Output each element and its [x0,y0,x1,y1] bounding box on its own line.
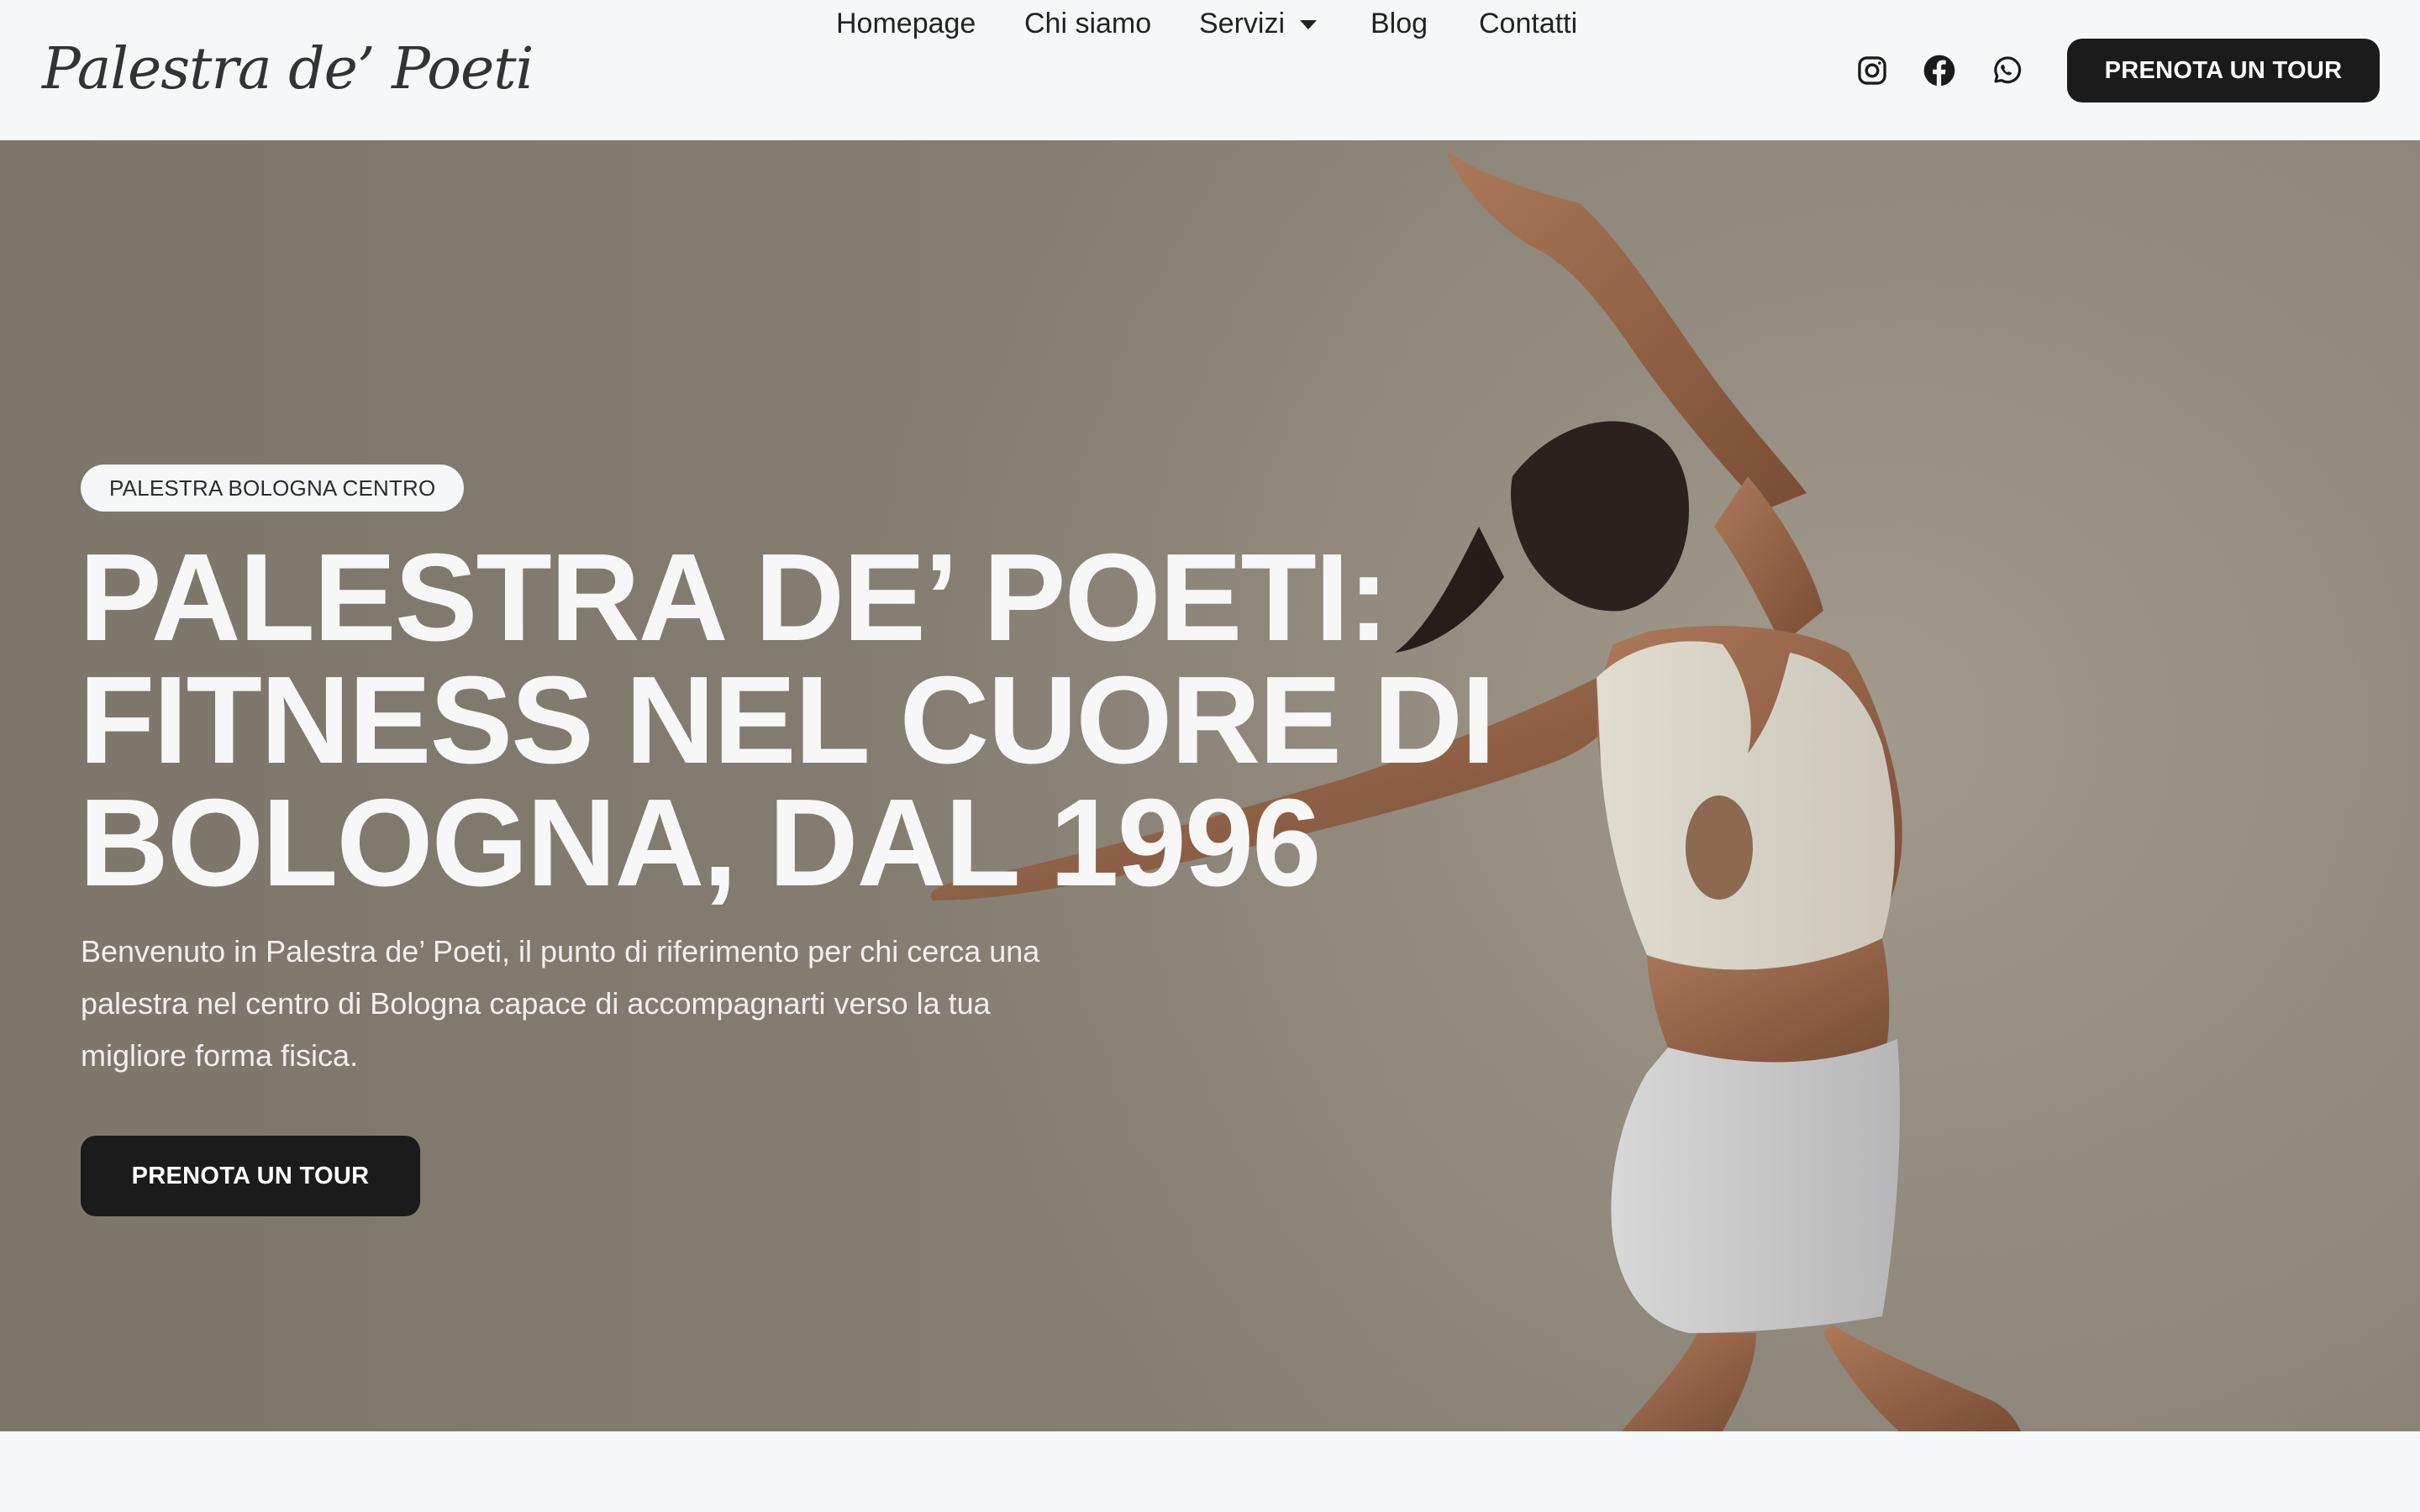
book-tour-button-hero[interactable]: PRENOTA UN TOUR [81,1136,420,1216]
caret-down-icon [1300,20,1318,29]
hero-description-line: migliore forma fisica. [81,1038,359,1073]
nav-item-blog[interactable]: Blog [1370,0,1428,47]
nav-item-label: Servizi [1199,7,1286,39]
hero-title-line: BOLOGNA, DAL 1996 [79,774,1322,912]
hero-title-line: PALESTRA DE’ POETI: [79,528,1389,667]
nav-item-servizi[interactable]: Servizi [1199,0,1318,47]
hero-title: PALESTRA DE’ POETI: FITNESS NEL CUORE DI… [79,528,1507,912]
nav-item-label: Contatti [1479,7,1578,39]
location-badge: PALESTRA BOLOGNA CENTRO [81,465,465,512]
hero-title-line: FITNESS NEL CUORE DI [79,651,1496,790]
nav-item-homepage[interactable]: Homepage [836,0,976,47]
instagram-icon[interactable] [1855,52,1889,89]
page-bottom-strip [0,1431,2420,1512]
hero-description-line: palestra nel centro di Bologna capace di… [81,986,991,1021]
nav-item-chi-siamo[interactable]: Chi siamo [1024,0,1151,47]
whatsapp-icon[interactable] [1990,52,2023,89]
site-header: Palestra de’ Poeti Homepage Chi siamo Se… [0,0,2420,140]
nav-item-label: Blog [1370,7,1428,39]
site-logo[interactable]: Palestra de’ Poeti [42,32,534,108]
nav-item-contatti[interactable]: Contatti [1479,0,1577,47]
hero-description: Benvenuto in Palestra de’ Poeti, il punt… [81,926,1173,1082]
nav-item-label: Chi siamo [1024,7,1152,39]
hero-section: PALESTRA BOLOGNA CENTRO PALESTRA DE’ POE… [0,140,2420,1431]
facebook-icon[interactable] [1923,52,1956,89]
hero-description-line: Benvenuto in Palestra de’ Poeti, il punt… [81,934,1040,969]
nav-item-label: Homepage [836,7,976,39]
book-tour-button-header[interactable]: PRENOTA UN TOUR [2067,39,2380,102]
